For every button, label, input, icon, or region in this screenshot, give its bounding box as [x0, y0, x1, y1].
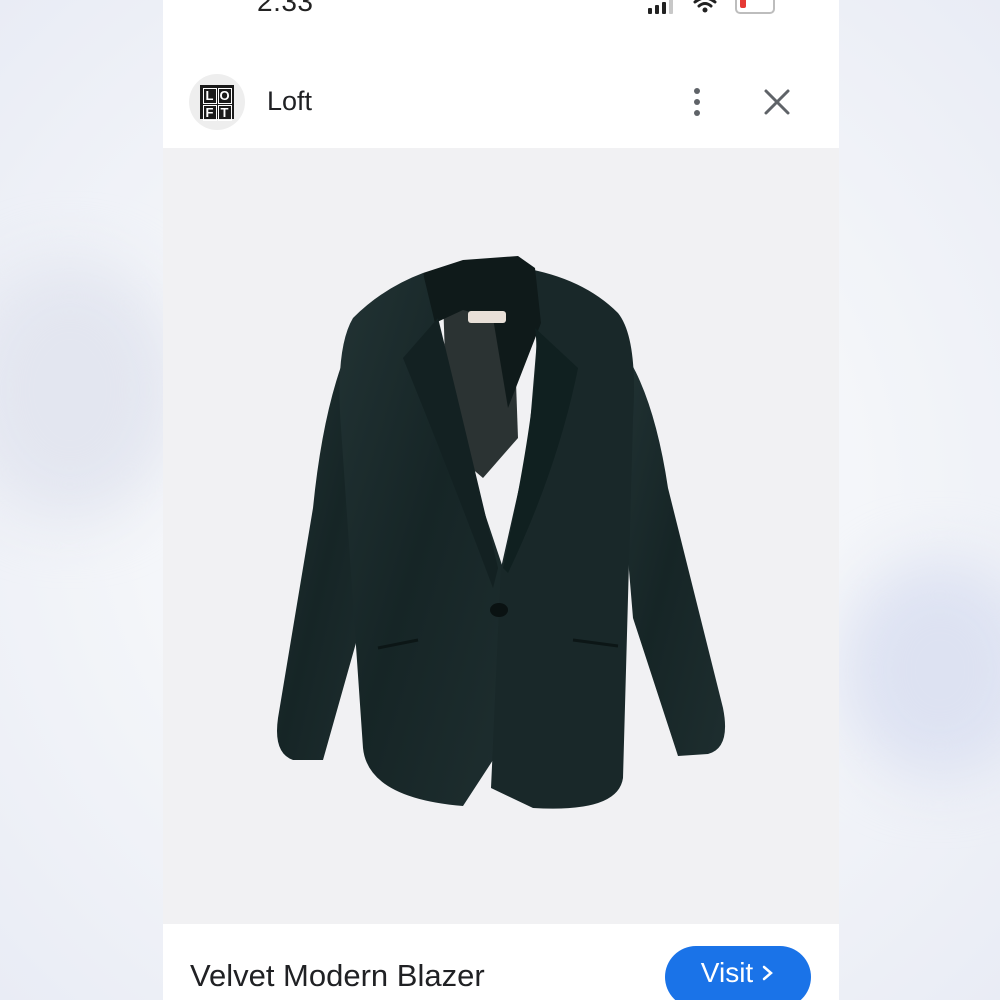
result-header: L O F T Loft	[163, 68, 839, 138]
product-image[interactable]	[163, 148, 839, 924]
site-name[interactable]: Loft	[267, 86, 312, 117]
blazer-button	[490, 603, 508, 617]
status-bar: 2:33	[163, 0, 839, 28]
status-time: 2:33	[257, 0, 314, 17]
logo-letter: F	[202, 104, 217, 121]
garment-label	[468, 311, 506, 323]
close-button[interactable]	[759, 84, 795, 120]
phone-screen: 2:33 L O F T Loft Velvet Modern Blazer V…	[163, 0, 839, 1000]
logo-letter: L	[202, 87, 217, 104]
logo-letter: T	[217, 104, 232, 121]
site-logo[interactable]: L O F T	[189, 74, 245, 130]
more-options-button[interactable]	[679, 84, 715, 120]
more-vert-icon	[694, 88, 700, 94]
signal-icon	[648, 0, 673, 14]
loft-logo-icon: L O F T	[200, 85, 234, 121]
chevron-right-icon	[762, 965, 774, 981]
product-footer: Velvet Modern Blazer Visit	[163, 924, 839, 1000]
logo-letter: O	[217, 87, 232, 104]
background-blur-right	[840, 560, 1000, 780]
battery-level	[740, 0, 746, 8]
close-icon	[764, 89, 790, 115]
wifi-icon	[693, 0, 717, 13]
background-blur-left	[0, 260, 180, 520]
visit-button[interactable]: Visit	[665, 946, 811, 1000]
battery-icon	[735, 0, 775, 14]
blazer-image	[277, 256, 726, 809]
product-title[interactable]: Velvet Modern Blazer	[190, 958, 485, 994]
visit-label: Visit	[700, 957, 754, 988]
